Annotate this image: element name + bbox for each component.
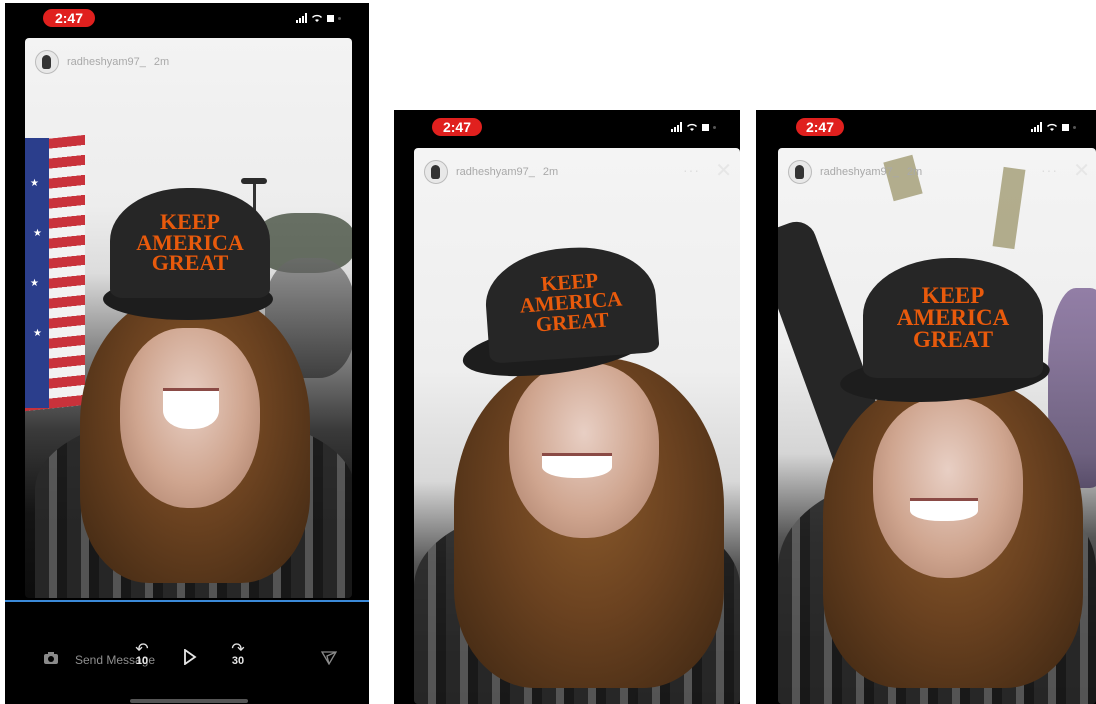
forward-30-icon[interactable]: ↷ 30 xyxy=(225,642,251,668)
status-bar: 2:47 xyxy=(5,3,369,33)
user-avatar[interactable] xyxy=(424,160,448,184)
wifi-icon xyxy=(687,123,697,131)
battery-icon xyxy=(327,14,334,22)
status-icons xyxy=(296,13,341,23)
more-icon[interactable]: ··· xyxy=(683,162,700,178)
status-bar: 2:47 xyxy=(394,110,740,140)
story-time: 2m xyxy=(542,166,559,178)
wifi-icon xyxy=(1047,123,1057,131)
play-icon[interactable] xyxy=(183,649,197,665)
forward-label: 30 xyxy=(231,655,245,667)
cap-line-1: KEEP xyxy=(921,283,985,309)
close-icon[interactable]: ✕ xyxy=(715,158,732,183)
cap: KEEP AMERICA GREAT xyxy=(863,258,1043,378)
face xyxy=(873,398,1023,578)
camera-icon[interactable] xyxy=(43,651,59,665)
cap-line-3: GREAT xyxy=(151,250,229,276)
story-username[interactable]: radheshyam97_ xyxy=(67,56,146,68)
flag-star: ★ xyxy=(30,178,39,189)
status-time: 2:47 xyxy=(43,9,95,27)
story-frame[interactable]: KEEP AMERICA GREAT radheshyam97_ 2m ··· … xyxy=(414,148,740,704)
rewind-label: 10 xyxy=(135,655,149,667)
wifi-icon xyxy=(312,14,322,22)
story-header: radheshyam97_ 2m xyxy=(35,50,342,74)
flag-star: ★ xyxy=(33,328,42,339)
status-dot-icon xyxy=(1073,125,1076,129)
user-avatar[interactable] xyxy=(788,160,812,184)
more-icon[interactable]: ··· xyxy=(1041,162,1058,178)
story-username[interactable]: radheshyam97_ xyxy=(820,166,899,178)
user-avatar[interactable] xyxy=(35,50,59,74)
phone-screenshot-2: 2:47 KEEP AMERICA GREAT radheshyam97_ 2m… xyxy=(394,110,740,704)
home-indicator[interactable] xyxy=(130,699,248,703)
status-dot-icon xyxy=(338,16,341,20)
rewind-10-icon[interactable]: ↶ 10 xyxy=(129,642,155,668)
story-username[interactable]: radheshyam97_ xyxy=(456,166,535,178)
status-time: 2:47 xyxy=(796,118,844,136)
mouth xyxy=(542,453,612,478)
flag-star: ★ xyxy=(30,278,39,289)
story-time: 2m xyxy=(153,56,170,68)
story-frame[interactable]: KEEP AMERICA GREAT radheshyam97_ 2m ··· … xyxy=(778,148,1096,704)
mouth xyxy=(163,388,219,429)
signal-icon xyxy=(1031,122,1042,132)
signal-icon xyxy=(296,13,307,23)
flag-star: ★ xyxy=(33,228,42,239)
signal-icon xyxy=(671,122,682,132)
cap-line-3: GREAT xyxy=(535,307,610,337)
send-icon[interactable] xyxy=(321,651,337,665)
status-time: 2:47 xyxy=(432,118,482,136)
status-icons xyxy=(1031,122,1076,132)
battery-icon xyxy=(1062,123,1069,131)
status-dot-icon xyxy=(713,125,716,129)
video-progress-bar[interactable] xyxy=(5,600,369,602)
battery-icon xyxy=(702,123,709,131)
story-frame[interactable]: ★ ★ ★ ★ KEEP AMERICA GREAT radheshyam97_… xyxy=(25,38,352,598)
phone-screenshot-3: 2:47 KEEP AMERICA GREAT radheshyam97_ 2m… xyxy=(756,110,1096,704)
cap-line-2: AMERICA xyxy=(896,305,1010,331)
close-icon[interactable]: ✕ xyxy=(1073,158,1090,183)
story-time: 2m xyxy=(906,166,923,178)
face xyxy=(509,363,659,538)
mouth xyxy=(910,498,978,521)
cap: KEEP AMERICA GREAT xyxy=(110,188,270,298)
lamp-head xyxy=(241,178,267,184)
status-icons xyxy=(671,122,716,132)
phone-screenshot-1: 2:47 ★ ★ ★ ★ KEEP AMERICA GREAT radheshy… xyxy=(5,3,369,704)
cap-line-3: GREAT xyxy=(912,326,994,352)
status-bar: 2:47 xyxy=(756,110,1096,140)
